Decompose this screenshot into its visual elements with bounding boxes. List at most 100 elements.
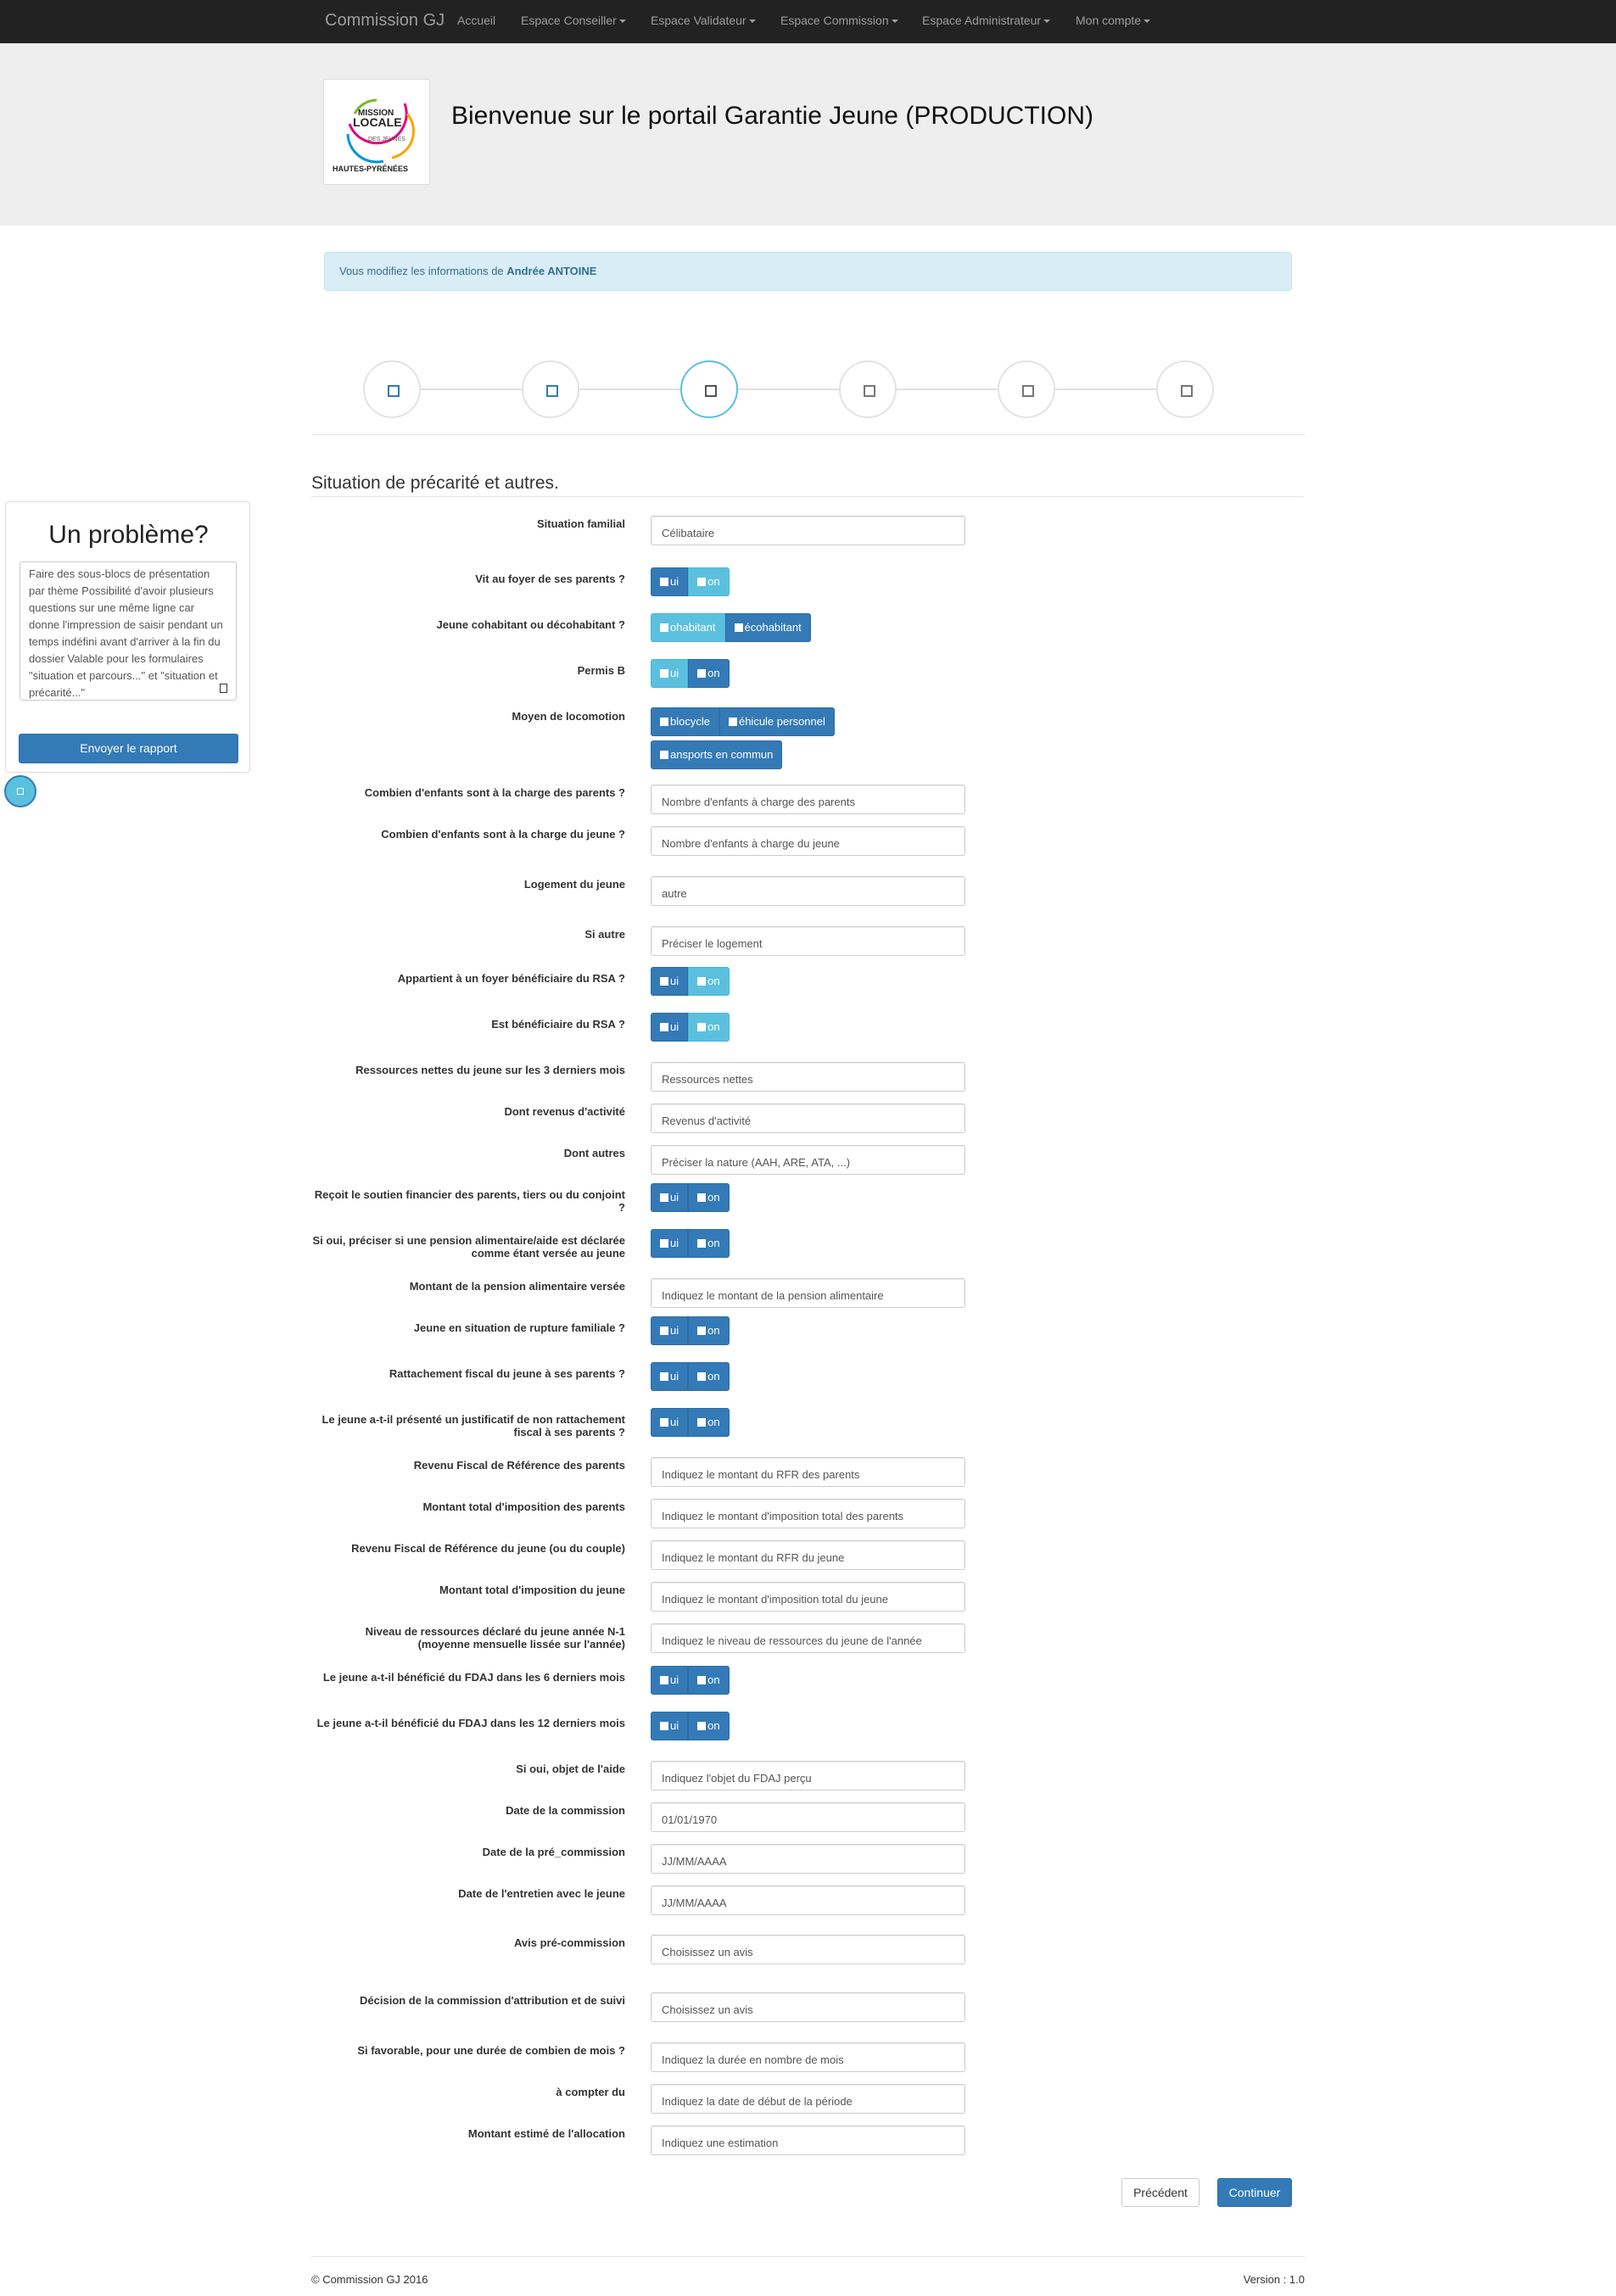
toggle-oui-button[interactable]: ui (651, 1666, 689, 1695)
svg-text:HAUTES-PYRÉNÉES: HAUTES-PYRÉNÉES (333, 165, 408, 173)
option-label: blocycle (670, 715, 710, 728)
field-label: Date de l'entretien avec le jeune (458, 1887, 625, 1900)
field-input[interactable]: Indiquez la durée en nombre de mois (651, 2042, 965, 2072)
field-input[interactable]: Indiquez le montant du RFR des parents (651, 1457, 965, 1487)
field-label: Situation familial (536, 517, 625, 530)
toggle-non-button[interactable]: on (688, 1013, 730, 1042)
toggle-non-button[interactable]: on (688, 659, 730, 688)
toggle-non-button[interactable]: on (688, 1362, 730, 1391)
toggle-non-button[interactable]: on (688, 567, 730, 596)
toggle-group: ui on (651, 1183, 730, 1212)
field-label: Si favorable, pour une durée de combien … (357, 2044, 625, 2057)
feedback-toggle-button[interactable] (4, 775, 36, 807)
report-textarea[interactable]: Faire des sous-blocs de présentation par… (20, 561, 237, 701)
field-label: Date de la pré_commission (482, 1846, 625, 1858)
toggle-oui-button[interactable]: ui (651, 1316, 689, 1345)
field-input[interactable]: Indiquez le montant de la pension alimen… (651, 1278, 965, 1308)
field-label: Revenu Fiscal de Référence des parents (413, 1459, 625, 1472)
field-label: Le jeune a-t-il bénéficié du FDAJ dans l… (322, 1671, 625, 1684)
field-input[interactable]: Ressources nettes (651, 1062, 965, 1092)
svg-text:LOCALE: LOCALE (353, 115, 402, 129)
toggle-non-button[interactable]: on (688, 1316, 730, 1345)
previous-button[interactable]: Précédent (1121, 2178, 1199, 2207)
step-4[interactable] (839, 360, 897, 418)
field-input[interactable]: JJ/MM/AAAA (651, 1844, 965, 1874)
field-input[interactable]: Célibataire (651, 516, 965, 545)
toggle-label: on (707, 667, 720, 679)
field-label: Combien d'enfants sont à la charge des p… (364, 786, 625, 799)
toggle-non-button[interactable]: on (688, 1183, 730, 1212)
nav-item-espace-validateur[interactable]: Espace Validateur (651, 0, 756, 43)
field-input[interactable]: 01/01/1970 (651, 1802, 965, 1832)
checkbox-icon (697, 1327, 707, 1335)
toggle-oui-button[interactable]: ui (651, 1712, 689, 1740)
toggle-oui-button[interactable]: ui (651, 1013, 689, 1042)
field-input[interactable]: Nombre d'enfants à charge du jeune (651, 826, 965, 856)
resize-icon[interactable] (220, 684, 227, 693)
toggle-label: ui (670, 1370, 679, 1383)
field-label: Ressources nettes du jeune sur les 3 der… (355, 1064, 625, 1076)
locomotion-options: ansports en commun (651, 740, 783, 769)
continue-button[interactable]: Continuer (1217, 2178, 1292, 2207)
field-input[interactable]: Choisissez un avis (651, 1935, 965, 1964)
field-input[interactable]: Nombre d'enfants à charge des parents (651, 785, 965, 814)
field-label: Vit au foyer de ses parents ? (475, 573, 625, 585)
field-label: Si oui, préciser si une pension alimenta… (312, 1234, 625, 1260)
toggle-non-button[interactable]: on (688, 1666, 730, 1695)
toggle-oui-button[interactable]: ui (651, 1183, 689, 1212)
toggle-non-button[interactable]: écohabitant (724, 613, 811, 642)
toggle-non-button[interactable]: on (688, 1229, 730, 1258)
field-input[interactable]: autre (651, 876, 965, 906)
nav-item-espace-conseiller[interactable]: Espace Conseiller (521, 0, 626, 43)
field-input[interactable]: Indiquez le montant du RFR du jeune (651, 1540, 965, 1570)
divider (311, 496, 1304, 497)
field-input[interactable]: Indiquez l'objet du FDAJ perçu (651, 1761, 965, 1790)
field-input[interactable]: Indiquez une estimation (651, 2126, 965, 2155)
field-input[interactable]: JJ/MM/AAAA (651, 1885, 965, 1915)
toggle-oui-button[interactable]: ui (651, 567, 689, 596)
field-input[interactable]: Indiquez le montant d'imposition total d… (651, 1582, 965, 1612)
toggle-oui-button[interactable]: ui (651, 1229, 689, 1258)
step-2[interactable] (522, 360, 579, 418)
nav-item-mon-compte[interactable]: Mon compte (1076, 0, 1151, 43)
field-input[interactable]: Préciser la nature (AAH, ARE, ATA, ...) (651, 1145, 965, 1175)
field-label: Montant total d'imposition du jeune (439, 1584, 625, 1596)
toggle-non-button[interactable]: on (688, 1408, 730, 1437)
toggle-group: ui on (651, 1666, 730, 1695)
nav-brand[interactable]: Commission GJ (325, 0, 445, 43)
field-label: Montant de la pension alimentaire versée (409, 1280, 625, 1293)
toggle-oui-button[interactable]: ui (651, 1362, 689, 1391)
field-input[interactable]: Indiquez le montant d'imposition total d… (651, 1499, 965, 1528)
nav-item-espace-commission[interactable]: Espace Commission (780, 0, 898, 43)
field-label: Reçoit le soutien financier des parents,… (314, 1188, 625, 1214)
field-input[interactable]: Choisissez un avis (651, 1992, 965, 2022)
stepper-line (392, 388, 1213, 390)
field-label: Dont revenus d'activité (504, 1105, 625, 1118)
step-1[interactable] (363, 360, 421, 418)
locomotion-option-button[interactable]: ansports en commun (651, 740, 783, 769)
field-input[interactable]: Indiquez la date de début de la période (651, 2084, 965, 2114)
step-5[interactable] (998, 360, 1055, 418)
step-6[interactable] (1156, 360, 1214, 418)
send-report-button[interactable]: Envoyer le rapport (19, 734, 238, 763)
toggle-oui-button[interactable]: ui (651, 1408, 689, 1437)
panel-title: Un problème? (48, 521, 209, 549)
field-input[interactable]: Préciser le logement (651, 926, 965, 956)
field-label: Niveau de ressources déclaré du jeune an… (365, 1625, 625, 1651)
field-label: Avis pré-commission (513, 1936, 625, 1949)
toggle-non-button[interactable]: on (688, 1712, 730, 1740)
nav-item-accueil[interactable]: Accueil (457, 0, 495, 43)
locomotion-option-button[interactable]: éhicule personnel (719, 707, 835, 736)
divider (312, 434, 1306, 435)
toggle-oui-button[interactable]: ui (651, 967, 689, 996)
field-label: Jeune en situation de rupture familiale … (413, 1321, 625, 1334)
step-3[interactable] (680, 360, 738, 418)
field-input[interactable]: Revenus d'activité (651, 1103, 965, 1133)
field-input[interactable]: Indiquez le niveau de ressources du jeun… (651, 1623, 965, 1653)
locomotion-option-button[interactable]: blocycle (651, 707, 719, 736)
toggle-non-button[interactable]: on (688, 967, 730, 996)
toggle-oui-button[interactable]: ohabitant (651, 613, 725, 642)
nav-item-espace-administrateur[interactable]: Espace Administrateur (922, 0, 1051, 43)
toggle-label: on (707, 1370, 720, 1383)
toggle-oui-button[interactable]: ui (651, 659, 689, 688)
